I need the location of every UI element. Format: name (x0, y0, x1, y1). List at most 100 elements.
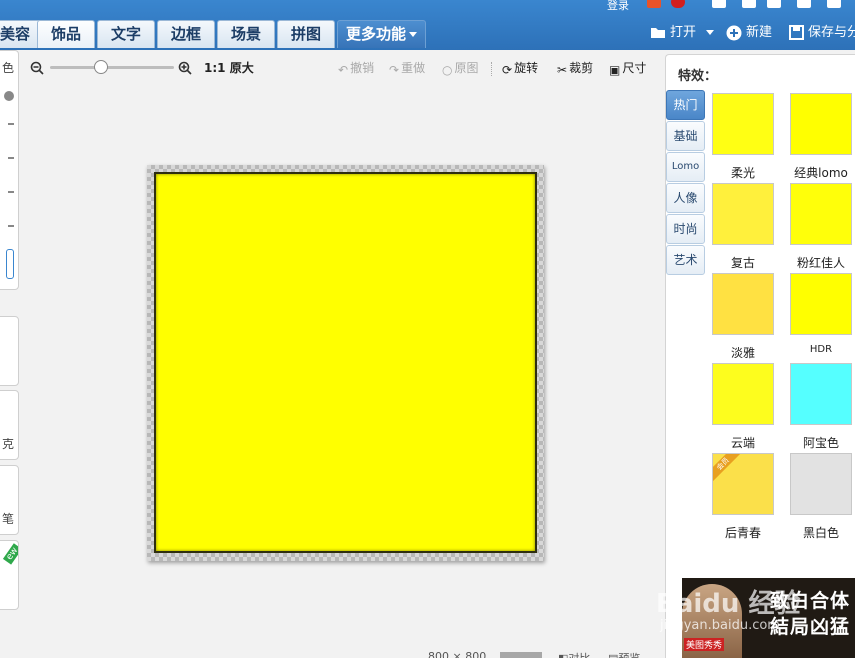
open-button[interactable]: 打开 (650, 24, 696, 42)
slider-tick (8, 191, 14, 193)
zoom-out-icon[interactable] (30, 61, 44, 75)
zoom-in-icon[interactable] (178, 61, 192, 75)
open-dropdown[interactable] (703, 24, 714, 42)
left-tool-button[interactable] (0, 316, 19, 386)
effect-thumb-black-white[interactable] (790, 453, 852, 515)
effect-thumb-vintage[interactable] (712, 183, 774, 245)
resize-button[interactable]: ▣ 尺寸 (609, 61, 646, 77)
user-avatar-icon[interactable] (647, 0, 661, 8)
clipboard-icon[interactable] (767, 0, 781, 8)
tool-select-box[interactable] (6, 249, 14, 279)
effect-thumb-classic-lomo[interactable] (790, 93, 852, 155)
vip-badge-label: 会员 (713, 454, 741, 482)
tab-accessories[interactable]: 饰品 (37, 20, 95, 48)
weibo-icon[interactable] (671, 0, 685, 8)
folder-icon (651, 28, 665, 38)
tab-label: 拼图 (290, 25, 321, 43)
left-tool-button[interactable]: 笔 (0, 465, 19, 535)
effect-label: 黑白色 (802, 526, 839, 540)
new-button[interactable]: 新建 (726, 24, 772, 42)
preview-button[interactable]: ▤预览 (608, 650, 640, 658)
effect-category-basic[interactable]: 基础 (666, 121, 705, 151)
effect-category-lomo[interactable]: Lomo (666, 152, 705, 182)
effect-category-art[interactable]: 艺术 (666, 245, 705, 275)
chevron-down-icon (409, 32, 417, 37)
undo-icon: ↶ (338, 63, 349, 77)
canvas-image[interactable] (154, 172, 537, 553)
undo-button[interactable]: ↶ 撤销 (338, 61, 374, 77)
tab-collage[interactable]: 拼图 (277, 20, 335, 48)
zoom-indicator (500, 652, 542, 658)
undo-label: 撤销 (350, 61, 375, 75)
category-label: 人像 (673, 191, 698, 205)
left-tool-label: 克 (1, 437, 14, 451)
effect-category-fashion[interactable]: 时尚 (666, 214, 705, 244)
left-tools-panel: 色 克 笔 ew (0, 50, 22, 658)
effect-label: 经典lomo (794, 166, 848, 180)
tab-scene[interactable]: 场景 (217, 20, 275, 48)
left-tool-button[interactable]: 克 (0, 390, 19, 460)
resize-icon: ▣ (609, 63, 621, 77)
eraser-icon[interactable] (4, 91, 14, 101)
left-tool-label: 笔 (1, 512, 14, 526)
tab-label: 边框 (170, 25, 201, 43)
more-features-label: 更多功能 (345, 25, 406, 43)
slider-tick (8, 123, 14, 125)
effect-label: 云端 (730, 436, 755, 450)
effect-thumb-soft-light[interactable] (712, 93, 774, 155)
shirt-icon[interactable] (797, 0, 811, 8)
redo-button[interactable]: ↷ 重做 (389, 61, 425, 77)
effect-category-portrait[interactable]: 人像 (666, 183, 705, 213)
effect-label: 阿宝色 (802, 436, 839, 450)
zoom-slider-handle[interactable] (94, 60, 108, 74)
chat-icon[interactable] (742, 0, 756, 8)
tab-label: 饰品 (50, 25, 81, 43)
effect-thumb-pink-lady[interactable] (790, 183, 852, 245)
category-label: 基础 (673, 129, 698, 143)
scissors-icon: ✂ (557, 63, 568, 77)
tab-border[interactable]: 边框 (157, 20, 215, 48)
effect-label: 淡雅 (730, 346, 755, 360)
rotate-button[interactable]: ⟳ 旋转 (502, 61, 538, 77)
effect-label: HDR (809, 344, 833, 355)
save-icon (789, 25, 804, 40)
notes-icon[interactable] (712, 0, 726, 8)
effect-thumb-cloud[interactable] (712, 363, 774, 425)
original-button[interactable]: ○ 原图 (442, 61, 479, 77)
actual-size-button[interactable]: 1:1 原大 (204, 61, 254, 75)
baidu-watermark: Baidu 经验 (656, 589, 801, 619)
left-tool-button-new[interactable]: ew (0, 540, 19, 610)
top-row: 登录 (0, 0, 855, 14)
effect-label: 柔光 (730, 166, 755, 180)
category-label: Lomo (671, 161, 700, 172)
crop-button[interactable]: ✂ 裁剪 (557, 61, 593, 77)
ad-logo: 美图秀秀 (684, 638, 725, 651)
category-label: 热门 (673, 98, 698, 112)
effect-thumb-post-youth[interactable]: 会员 (712, 453, 774, 515)
effect-label: 后青春 (724, 526, 761, 540)
save-share-label: 保存与分 (808, 25, 855, 40)
redo-icon: ↷ (389, 63, 400, 77)
skin-icon[interactable] (827, 0, 841, 8)
new-badge: ew (3, 543, 18, 565)
crop-label: 裁剪 (569, 61, 594, 75)
effect-thumb-elegant[interactable] (712, 273, 774, 335)
login-link[interactable]: 登录 (607, 0, 629, 13)
save-share-button[interactable]: 保存与分 (789, 24, 855, 42)
effect-thumb-abao[interactable] (790, 363, 852, 425)
original-label: 原图 (454, 61, 479, 75)
compare-button[interactable]: ◧对比 (558, 650, 590, 658)
more-features-dropdown[interactable]: 更多功能 (337, 20, 426, 48)
tab-label: 美容 (0, 25, 30, 43)
slider-tick (8, 157, 14, 159)
rotate-label: 旋转 (514, 61, 539, 75)
slider-tick (8, 225, 14, 227)
resize-label: 尺寸 (622, 61, 647, 75)
effects-title: 特效： (678, 69, 718, 84)
redo-label: 重做 (401, 61, 426, 75)
effect-thumb-hdr[interactable] (790, 273, 852, 335)
vip-badge: 会员 (713, 454, 741, 482)
zoom-slider-track[interactable] (50, 66, 174, 69)
effect-category-hot[interactable]: 热门 (666, 90, 705, 120)
tab-text[interactable]: 文字 (97, 20, 155, 48)
